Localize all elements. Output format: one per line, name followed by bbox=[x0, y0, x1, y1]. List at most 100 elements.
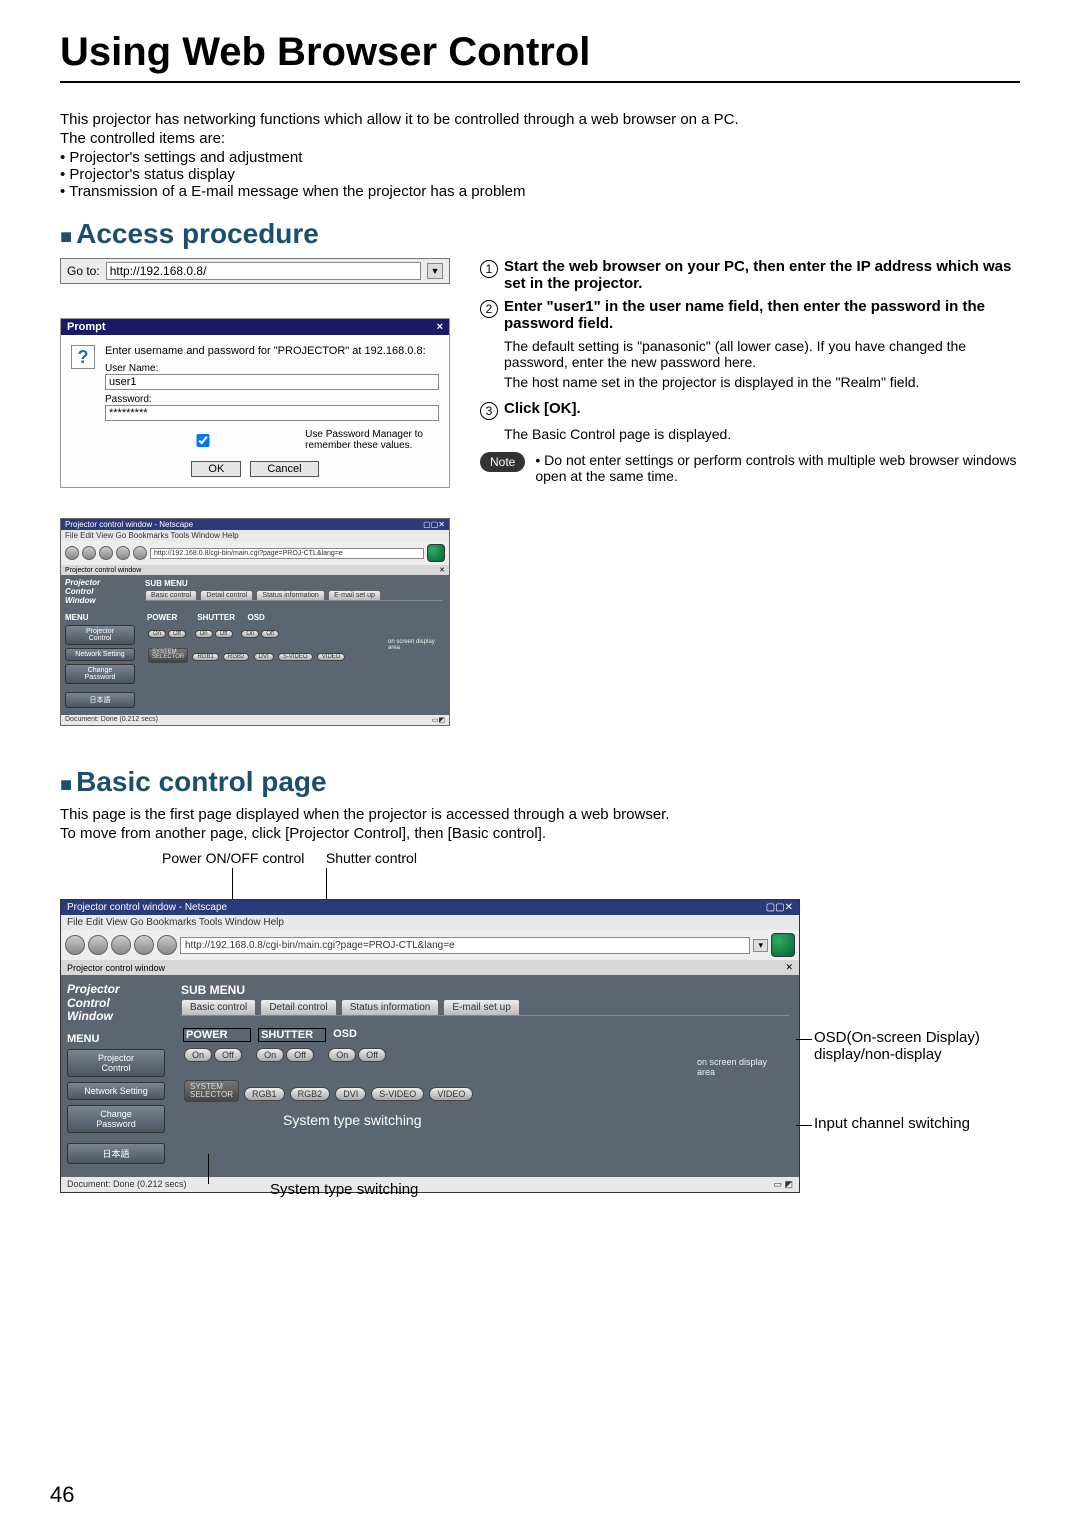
back-icon[interactable] bbox=[65, 935, 85, 955]
stop-icon[interactable] bbox=[134, 935, 154, 955]
sidebar-item-change-password[interactable]: Change Password bbox=[67, 1105, 165, 1133]
forward-icon[interactable] bbox=[82, 546, 96, 560]
sidebar-title: Projector Control Window bbox=[65, 579, 135, 605]
browser-menu-bar[interactable]: File Edit View Go Bookmarks Tools Window… bbox=[61, 915, 799, 930]
step2-body-b: The host name set in the projector is di… bbox=[504, 374, 1020, 390]
prompt-title: Prompt bbox=[67, 321, 106, 333]
sidebar-item-japanese[interactable]: 日本語 bbox=[65, 692, 135, 708]
tab-status-info[interactable]: Status information bbox=[256, 590, 324, 600]
sidebar-item-japanese[interactable]: 日本語 bbox=[67, 1143, 165, 1164]
input-video-button[interactable]: VIDEO bbox=[429, 1087, 473, 1101]
tab-basic-control[interactable]: Basic control bbox=[181, 999, 256, 1015]
sidebar-item-projector-control[interactable]: Projector Control bbox=[65, 625, 135, 645]
input-rgb2-button[interactable]: RGB2 bbox=[290, 1087, 331, 1101]
step3-text: Click [OK]. bbox=[504, 400, 581, 417]
sidebar-item-projector-control[interactable]: Projector Control bbox=[67, 1049, 165, 1077]
sidebar-item-change-password[interactable]: Change Password bbox=[65, 664, 135, 684]
intro-bullet: • Transmission of a E-mail message when … bbox=[60, 183, 1020, 200]
remember-label: Use Password Manager to remember these v… bbox=[305, 429, 439, 451]
callout-shutter: Shutter control bbox=[326, 850, 417, 866]
url-field[interactable]: http://192.168.0.8/cgi-bin/main.cgi?page… bbox=[150, 548, 424, 559]
username-field[interactable] bbox=[105, 374, 439, 390]
power-on-button[interactable]: On bbox=[148, 630, 166, 638]
tab-basic-control[interactable]: Basic control bbox=[145, 590, 197, 600]
window-controls-icon[interactable]: ▢▢✕ bbox=[766, 902, 793, 913]
submenu-label: SUB MENU bbox=[145, 579, 443, 588]
password-field[interactable] bbox=[105, 405, 439, 421]
tab-status-info[interactable]: Status information bbox=[341, 999, 440, 1015]
tab-close-icon[interactable]: ✕ bbox=[439, 566, 445, 574]
callout-power: Power ON/OFF control bbox=[162, 850, 322, 866]
step1-text: Start the web browser on your PC, then e… bbox=[504, 258, 1011, 292]
netscape-icon bbox=[427, 544, 445, 562]
callout-osd: OSD(On-screen Display) display/non-displ… bbox=[814, 1029, 980, 1063]
menu-label: MENU bbox=[67, 1033, 165, 1045]
input-svideo-button[interactable]: S-VIDEO bbox=[278, 653, 313, 661]
osd-label: OSD bbox=[247, 613, 295, 622]
power-label: POWER bbox=[183, 1028, 251, 1042]
shutter-on-button[interactable]: On bbox=[256, 1048, 284, 1062]
stop-icon[interactable] bbox=[116, 546, 130, 560]
tab-close-icon[interactable]: ✕ bbox=[785, 962, 793, 973]
system-selector-label: SYSTEM SELECTOR bbox=[148, 648, 188, 663]
input-rgb2-button[interactable]: RGB2 bbox=[223, 653, 249, 661]
sidebar-item-network-setting[interactable]: Network Setting bbox=[67, 1082, 165, 1100]
input-rgb1-button[interactable]: RGB1 bbox=[192, 653, 218, 661]
tab-email-setup[interactable]: E-mail set up bbox=[443, 999, 519, 1015]
goto-bar: Go to: ▼ bbox=[60, 258, 450, 284]
back-icon[interactable] bbox=[65, 546, 79, 560]
window-title: Projector control window - Netscape bbox=[67, 902, 227, 913]
password-label: Password: bbox=[105, 394, 439, 405]
intro-block: This projector has networking functions … bbox=[60, 111, 1020, 200]
sidebar-item-network-setting[interactable]: Network Setting bbox=[65, 648, 135, 661]
shutter-off-button[interactable]: Off bbox=[286, 1048, 314, 1062]
browser-tab[interactable]: Projector control window bbox=[65, 567, 141, 574]
window-controls-icon[interactable]: ▢▢✕ bbox=[423, 520, 445, 529]
status-bar: Document: Done (0.212 secs) bbox=[67, 1179, 187, 1190]
input-rgb1-button[interactable]: RGB1 bbox=[244, 1087, 285, 1101]
page-title: Using Web Browser Control bbox=[60, 30, 1020, 83]
dropdown-icon[interactable]: ▼ bbox=[427, 263, 443, 279]
note-text: Do not enter settings or perform control… bbox=[535, 452, 1020, 484]
input-dvi-button[interactable]: DVI bbox=[335, 1087, 366, 1101]
basic-control-big-shot: Projector control window - Netscape ▢▢✕ … bbox=[60, 899, 800, 1193]
power-on-button[interactable]: On bbox=[184, 1048, 212, 1062]
shutter-off-button[interactable]: Off bbox=[215, 630, 233, 638]
osd-label: OSD bbox=[333, 1028, 401, 1040]
power-off-button[interactable]: Off bbox=[168, 630, 186, 638]
remember-checkbox[interactable] bbox=[105, 434, 301, 447]
osd-off-button[interactable]: Off bbox=[358, 1048, 386, 1062]
close-icon[interactable]: × bbox=[437, 321, 443, 333]
osd-off-button[interactable]: Off bbox=[261, 630, 279, 638]
tab-detail-control[interactable]: Detail control bbox=[200, 590, 253, 600]
osd-on-button[interactable]: On bbox=[241, 630, 259, 638]
tab-detail-control[interactable]: Detail control bbox=[260, 999, 336, 1015]
callout-system-overlay: System type switching bbox=[270, 1181, 418, 1198]
username-label: User Name: bbox=[105, 363, 439, 374]
url-field[interactable]: http://192.168.0.8/cgi-bin/main.cgi?page… bbox=[180, 937, 750, 954]
url-dropdown-icon[interactable]: ▾ bbox=[753, 939, 768, 952]
shutter-on-button[interactable]: On bbox=[195, 630, 213, 638]
osd-on-button[interactable]: On bbox=[328, 1048, 356, 1062]
goto-input[interactable] bbox=[106, 262, 421, 280]
access-procedure-heading: ■Access procedure bbox=[60, 218, 1020, 250]
home-icon[interactable] bbox=[157, 935, 177, 955]
input-video-button[interactable]: VIDEO bbox=[317, 653, 346, 661]
ok-button[interactable]: OK bbox=[191, 461, 241, 477]
shutter-label: SHUTTER bbox=[197, 613, 245, 622]
power-off-button[interactable]: Off bbox=[214, 1048, 242, 1062]
cancel-button[interactable]: Cancel bbox=[250, 461, 318, 477]
input-dvi-button[interactable]: DVI bbox=[254, 653, 274, 661]
menu-label: MENU bbox=[65, 613, 135, 622]
basic-intro1: This page is the first page displayed wh… bbox=[60, 806, 1020, 823]
system-selector-label: SYSTEM SELECTOR bbox=[184, 1080, 239, 1102]
reload-icon[interactable] bbox=[99, 546, 113, 560]
home-icon[interactable] bbox=[133, 546, 147, 560]
forward-icon[interactable] bbox=[88, 935, 108, 955]
reload-icon[interactable] bbox=[111, 935, 131, 955]
step1-number: 1 bbox=[480, 260, 498, 278]
browser-menu-bar[interactable]: File Edit View Go Bookmarks Tools Window… bbox=[61, 530, 449, 541]
input-svideo-button[interactable]: S-VIDEO bbox=[371, 1087, 424, 1101]
browser-tab[interactable]: Projector control window bbox=[67, 963, 165, 973]
tab-email-setup[interactable]: E-mail set up bbox=[328, 590, 381, 600]
